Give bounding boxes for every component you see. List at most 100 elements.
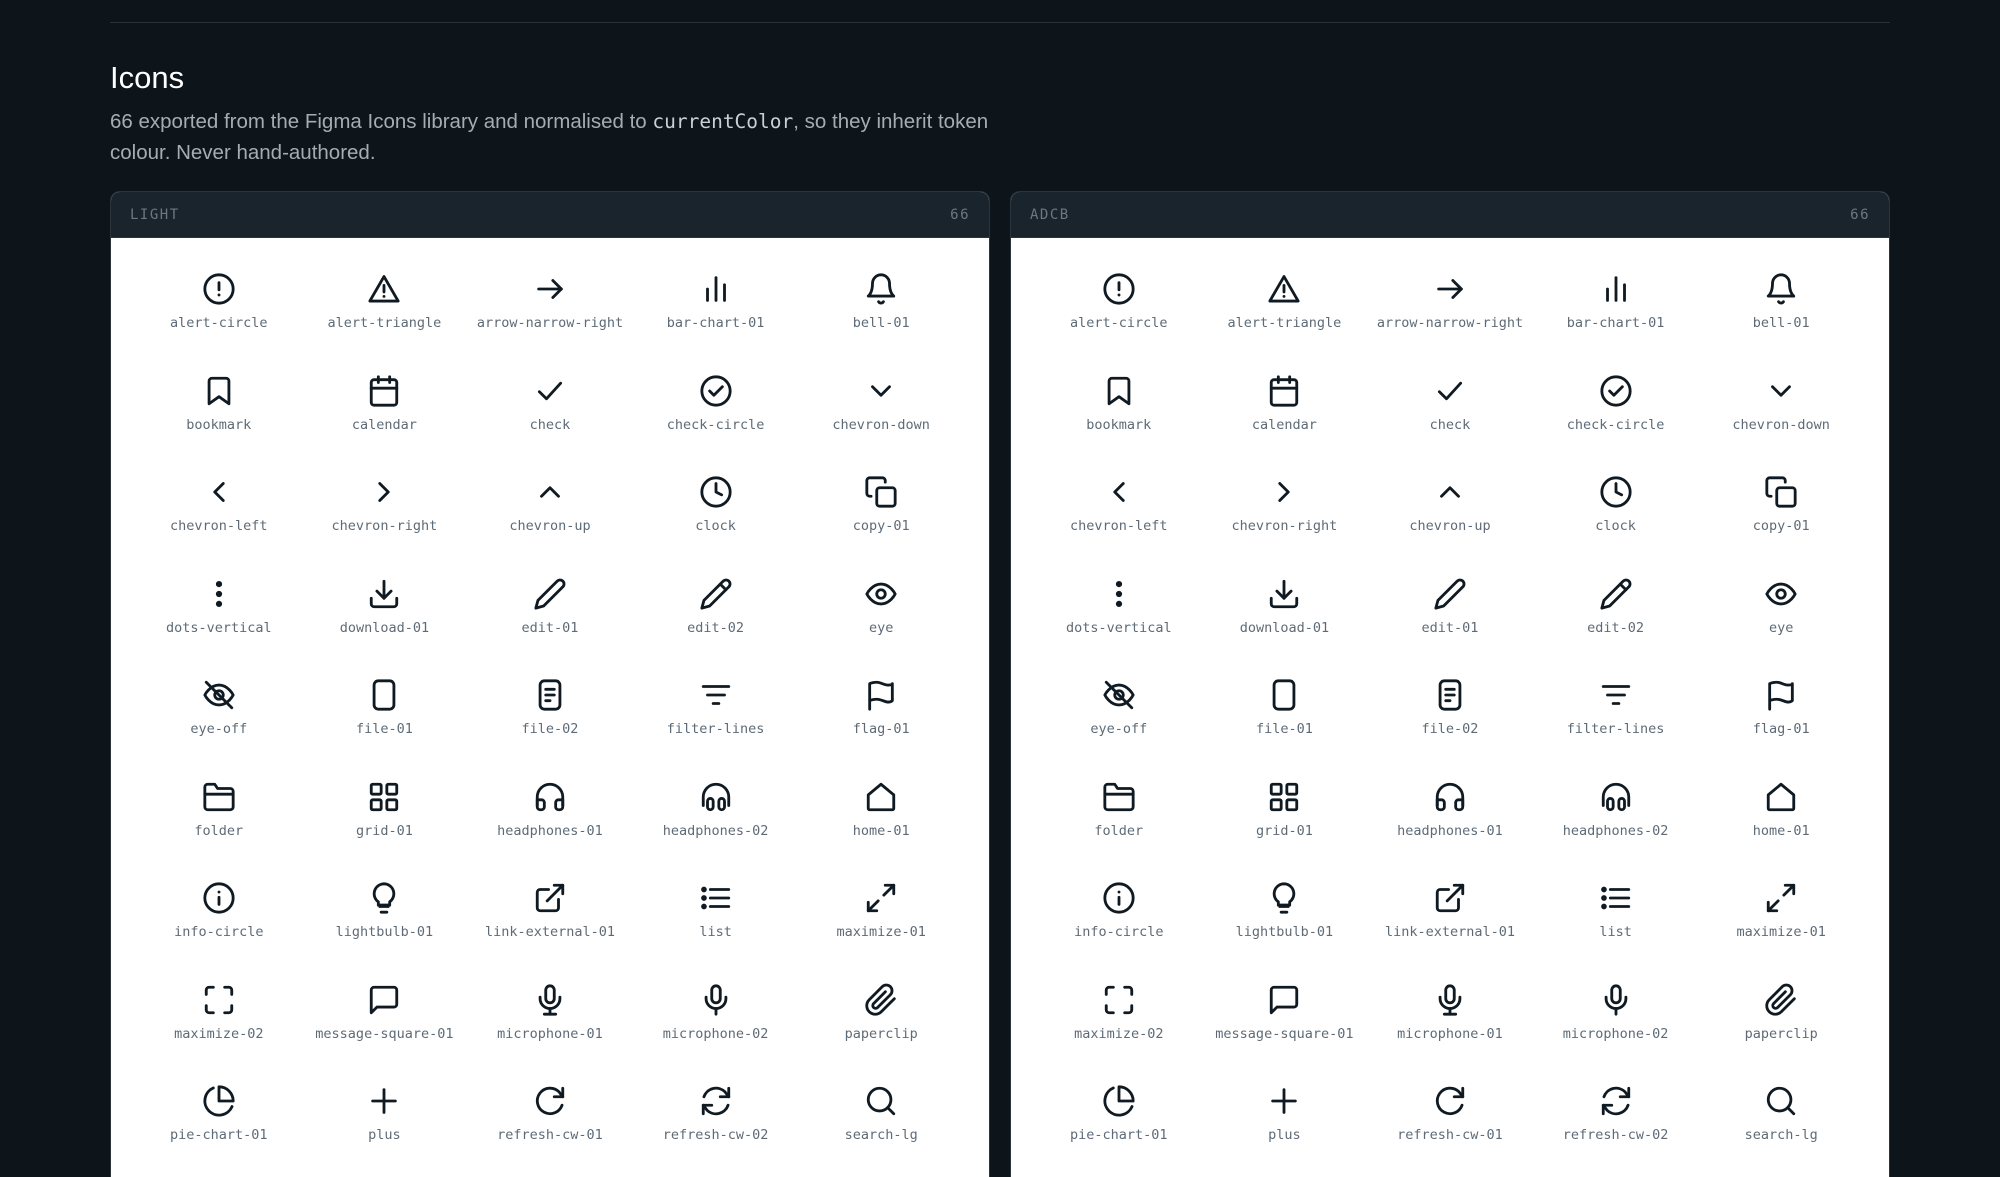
icon-tile-maximize-02: maximize-02 (136, 983, 302, 1085)
icon-tile-dots-vertical: dots-vertical (136, 577, 302, 679)
plus-icon (1267, 1084, 1301, 1118)
icon-tile-eye-off: eye-off (136, 678, 302, 780)
icon-name: alert-circle (1070, 315, 1168, 331)
icon-name: dots-vertical (1065, 619, 1172, 636)
icon-name: lightbulb-01 (335, 924, 434, 940)
icon-name: eye-off (1090, 721, 1148, 737)
icon-tile-paperclip: paperclip (1698, 983, 1864, 1085)
icon-tile-folder: folder (136, 780, 302, 882)
bell-01-icon (864, 272, 898, 306)
icon-tile-alert-circle: alert-circle (1036, 272, 1202, 374)
icon-tile-microphone-01: microphone-01 (467, 983, 633, 1085)
icon-name: maximize-02 (174, 1025, 264, 1042)
icon-name: message-square-01 (315, 1025, 454, 1042)
icon-tile-file-01: file-01 (1202, 678, 1368, 780)
file-02-icon (533, 678, 567, 712)
icon-name: file-01 (355, 721, 413, 737)
eye-off-icon (1102, 678, 1136, 712)
icon-tile-paperclip: paperclip (798, 983, 964, 1085)
icon-tile-edit-01: edit-01 (467, 577, 633, 679)
icon-tile-check: check (1367, 374, 1533, 476)
icon-name: search-lg (844, 1127, 918, 1143)
icon-name: headphones-01 (497, 822, 603, 839)
icon-tile-pie-chart-01: pie-chart-01 (136, 1084, 302, 1177)
icon-name: folder (194, 822, 244, 839)
info-circle-icon (1102, 881, 1136, 915)
icon-tile-list: list (633, 881, 799, 983)
icon-tile-bookmark: bookmark (136, 374, 302, 476)
icon-name: bookmark (1086, 416, 1152, 433)
grid-01-icon (367, 780, 401, 814)
icon-tile-file-01: file-01 (302, 678, 468, 780)
icon-name: bell-01 (1752, 315, 1810, 331)
icon-tile-alert-circle: alert-circle (136, 272, 302, 374)
maximize-02-icon (202, 983, 236, 1017)
icon-name: eye (1768, 619, 1794, 636)
icon-name: filter-lines (1566, 721, 1665, 737)
icon-tile-bookmark: bookmark (1036, 374, 1202, 476)
icon-tile-list: list (1533, 881, 1699, 983)
microphone-01-icon (1433, 983, 1467, 1017)
icon-name: file-01 (1255, 721, 1313, 737)
icon-tile-chevron-left: chevron-left (1036, 475, 1202, 577)
icon-name: filter-lines (666, 721, 765, 737)
icon-tile-chevron-down: chevron-down (1698, 374, 1864, 476)
lightbulb-01-icon (367, 881, 401, 915)
icon-tile-copy-01: copy-01 (798, 475, 964, 577)
icon-tile-alert-triangle: alert-triangle (1202, 272, 1368, 374)
search-lg-icon (1764, 1084, 1798, 1118)
icon-name: maximize-01 (1736, 924, 1826, 940)
icon-name: alert-triangle (1227, 315, 1342, 331)
icon-tile-plus: plus (1202, 1084, 1368, 1177)
icon-tile-refresh-cw-01: refresh-cw-01 (1367, 1084, 1533, 1177)
folder-icon (202, 780, 236, 814)
icon-name: chevron-down (832, 416, 930, 433)
headphones-02-icon (1599, 780, 1633, 814)
icon-name: clock (1595, 518, 1636, 534)
icon-tile-chevron-right: chevron-right (1202, 475, 1368, 577)
icon-tile-edit-02: edit-02 (633, 577, 799, 679)
icon-tile-bar-chart-01: bar-chart-01 (1533, 272, 1699, 374)
chevron-right-icon (1267, 475, 1301, 509)
icon-name: clock (695, 518, 736, 534)
arrow-narrow-right-icon (533, 272, 567, 306)
icon-tile-filter-lines: filter-lines (1533, 678, 1699, 780)
icon-name: download-01 (1239, 619, 1330, 636)
icon-tile-alert-triangle: alert-triangle (302, 272, 468, 374)
bar-chart-01-icon (1599, 272, 1633, 306)
bar-chart-01-icon (699, 272, 733, 306)
icon-tile-edit-01: edit-01 (1367, 577, 1533, 679)
microphone-01-icon (533, 983, 567, 1017)
alert-circle-icon (202, 272, 236, 306)
home-01-icon (864, 780, 898, 814)
link-external-01-icon (533, 881, 567, 915)
icon-tile-microphone-01: microphone-01 (1367, 983, 1533, 1085)
icon-name: info-circle (174, 924, 264, 940)
icon-tile-check-circle: check-circle (633, 374, 799, 476)
panel-header: LIGHT 66 (111, 192, 989, 238)
download-01-icon (1267, 577, 1301, 611)
chevron-right-icon (367, 475, 401, 509)
icon-tile-maximize-01: maximize-01 (1698, 881, 1864, 983)
clock-icon (699, 475, 733, 509)
alert-triangle-icon (1267, 272, 1301, 306)
icon-tile-maximize-01: maximize-01 (798, 881, 964, 983)
folder-icon (1102, 780, 1136, 814)
icon-tile-chevron-up: chevron-up (1367, 475, 1533, 577)
calendar-icon (1267, 374, 1301, 408)
icon-tile-microphone-02: microphone-02 (633, 983, 799, 1085)
icon-tile-microphone-02: microphone-02 (1533, 983, 1699, 1085)
edit-02-icon (699, 577, 733, 611)
icon-tile-chevron-left: chevron-left (136, 475, 302, 577)
icon-tile-copy-01: copy-01 (1698, 475, 1864, 577)
icon-name: refresh-cw-02 (662, 1127, 769, 1143)
icon-name: refresh-cw-02 (1562, 1127, 1669, 1143)
section-title: Icons (110, 60, 185, 95)
icon-tile-dots-vertical: dots-vertical (1036, 577, 1202, 679)
refresh-cw-01-icon (1433, 1084, 1467, 1118)
file-01-icon (367, 678, 401, 712)
icon-name: arrow-narrow-right (476, 315, 624, 331)
icon-name: list (699, 924, 732, 940)
icon-name: bookmark (186, 416, 252, 433)
icon-tile-message-square-01: message-square-01 (302, 983, 468, 1085)
